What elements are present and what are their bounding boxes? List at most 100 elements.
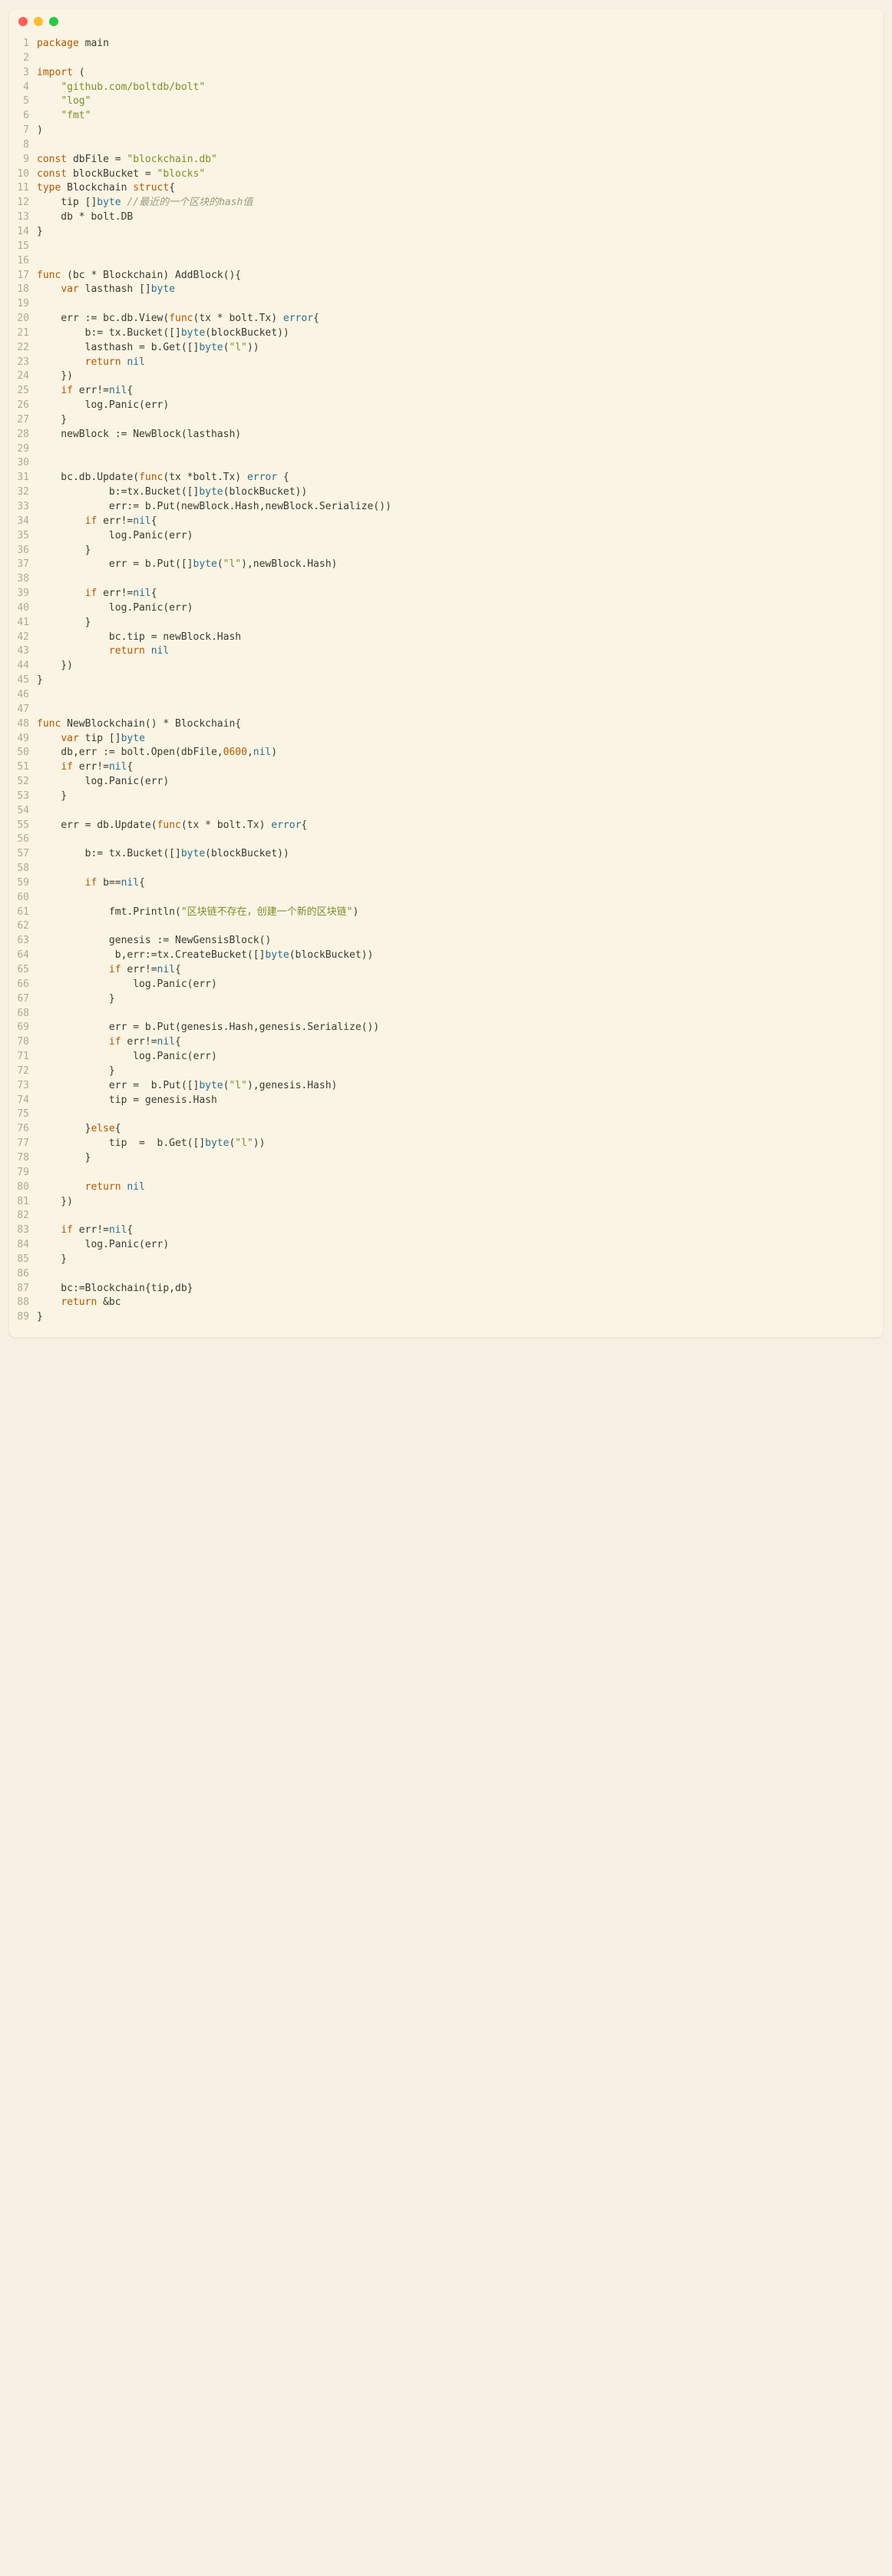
- code-line: 47: [9, 703, 883, 717]
- code-line: 40 log.Panic(err): [9, 601, 883, 616]
- code-content: }): [37, 659, 883, 674]
- line-number: 24: [9, 369, 37, 384]
- code-line: 33 err:= b.Put(newBlock.Hash,newBlock.Se…: [9, 500, 883, 515]
- code-content: b:= tx.Bucket([]byte(blockBucket)): [37, 326, 883, 341]
- code-line: 23 return nil: [9, 356, 883, 370]
- code-content: return &bc: [37, 1296, 883, 1310]
- line-number: 50: [9, 746, 37, 760]
- line-number: 76: [9, 1122, 37, 1137]
- code-line: 46: [9, 688, 883, 703]
- code-content: }: [37, 413, 883, 428]
- line-number: 14: [9, 225, 37, 240]
- code-content: const blockBucket = "blocks": [37, 167, 883, 182]
- code-line: 4 "github.com/boltdb/bolt": [9, 81, 883, 95]
- line-number: 80: [9, 1180, 37, 1195]
- code-content: [37, 51, 883, 66]
- line-number: 38: [9, 572, 37, 587]
- code-content: [37, 891, 883, 906]
- code-line: 69 err = b.Put(genesis.Hash,genesis.Seri…: [9, 1021, 883, 1035]
- code-content: [37, 703, 883, 717]
- code-content: log.Panic(err): [37, 978, 883, 992]
- line-number: 22: [9, 341, 37, 356]
- line-number: 42: [9, 631, 37, 645]
- line-number: 36: [9, 544, 37, 558]
- code-content: [37, 919, 883, 934]
- code-line: 32 b:=tx.Bucket([]byte(blockBucket)): [9, 485, 883, 500]
- code-line: 59 if b==nil{: [9, 876, 883, 891]
- code-line: 14}: [9, 225, 883, 240]
- code-line: 43 return nil: [9, 644, 883, 659]
- code-content: type Blockchain struct{: [37, 181, 883, 196]
- code-content: log.Panic(err): [37, 775, 883, 790]
- code-line: 82: [9, 1209, 883, 1223]
- line-number: 12: [9, 196, 37, 210]
- code-line: 35 log.Panic(err): [9, 529, 883, 544]
- code-content: return nil: [37, 356, 883, 370]
- code-content: if err!=nil{: [37, 587, 883, 601]
- close-icon[interactable]: [18, 17, 28, 26]
- code-content: log.Panic(err): [37, 601, 883, 616]
- code-line: 20 err := bc.db.View(func(tx * bolt.Tx) …: [9, 312, 883, 326]
- minimize-icon[interactable]: [34, 17, 43, 26]
- code-line: 30: [9, 456, 883, 471]
- code-line: 56: [9, 833, 883, 847]
- line-number: 86: [9, 1267, 37, 1282]
- code-content: }: [37, 674, 883, 688]
- code-line: 28 newBlock := NewBlock(lasthash): [9, 428, 883, 442]
- line-number: 79: [9, 1166, 37, 1180]
- code-content: if err!=nil{: [37, 515, 883, 529]
- code-line: 66 log.Panic(err): [9, 978, 883, 992]
- code-content: }): [37, 1195, 883, 1210]
- code-content: tip = b.Get([]byte("l")): [37, 1137, 883, 1151]
- line-number: 30: [9, 456, 37, 471]
- line-number: 37: [9, 558, 37, 572]
- code-line: 26 log.Panic(err): [9, 399, 883, 413]
- line-number: 66: [9, 978, 37, 992]
- line-number: 25: [9, 384, 37, 399]
- code-line: 85 }: [9, 1253, 883, 1267]
- code-content: fmt.Println("区块链不存在，创建一个新的区块链"): [37, 906, 883, 920]
- code-line: 71 log.Panic(err): [9, 1050, 883, 1065]
- code-content: }: [37, 1151, 883, 1166]
- line-number: 19: [9, 297, 37, 312]
- line-number: 64: [9, 949, 37, 963]
- line-number: 27: [9, 413, 37, 428]
- line-number: 54: [9, 804, 37, 819]
- code-line: 63 genesis := NewGensisBlock(): [9, 934, 883, 949]
- code-content: newBlock := NewBlock(lasthash): [37, 428, 883, 442]
- code-line: 68: [9, 1007, 883, 1021]
- line-number: 5: [9, 94, 37, 109]
- code-line: 2: [9, 51, 883, 66]
- code-content: [37, 1108, 883, 1122]
- line-number: 63: [9, 934, 37, 949]
- line-number: 49: [9, 732, 37, 747]
- code-content: bc.tip = newBlock.Hash: [37, 631, 883, 645]
- line-number: 84: [9, 1238, 37, 1253]
- zoom-icon[interactable]: [49, 17, 58, 26]
- line-number: 29: [9, 442, 37, 457]
- code-content: return nil: [37, 1180, 883, 1195]
- line-number: 53: [9, 790, 37, 804]
- code-line: 55 err = db.Update(func(tx * bolt.Tx) er…: [9, 819, 883, 833]
- code-content: db,err := bolt.Open(dbFile,0600,nil): [37, 746, 883, 760]
- code-line: 37 err = b.Put([]byte("l"),newBlock.Hash…: [9, 558, 883, 572]
- code-content: [37, 297, 883, 312]
- code-line: 34 if err!=nil{: [9, 515, 883, 529]
- code-content: err = b.Put(genesis.Hash,genesis.Seriali…: [37, 1021, 883, 1035]
- code-line: 9const dbFile = "blockchain.db": [9, 153, 883, 167]
- line-number: 34: [9, 515, 37, 529]
- line-number: 26: [9, 399, 37, 413]
- code-content: b:= tx.Bucket([]byte(blockBucket)): [37, 847, 883, 862]
- code-content: }: [37, 1253, 883, 1267]
- code-line: 89}: [9, 1310, 883, 1325]
- line-number: 67: [9, 992, 37, 1007]
- code-line: 51 if err!=nil{: [9, 760, 883, 775]
- line-number: 71: [9, 1050, 37, 1065]
- code-content: if err!=nil{: [37, 760, 883, 775]
- line-number: 48: [9, 717, 37, 732]
- code-content: }: [37, 616, 883, 631]
- line-number: 85: [9, 1253, 37, 1267]
- code-content: const dbFile = "blockchain.db": [37, 153, 883, 167]
- code-content: [37, 1267, 883, 1282]
- code-line: 52 log.Panic(err): [9, 775, 883, 790]
